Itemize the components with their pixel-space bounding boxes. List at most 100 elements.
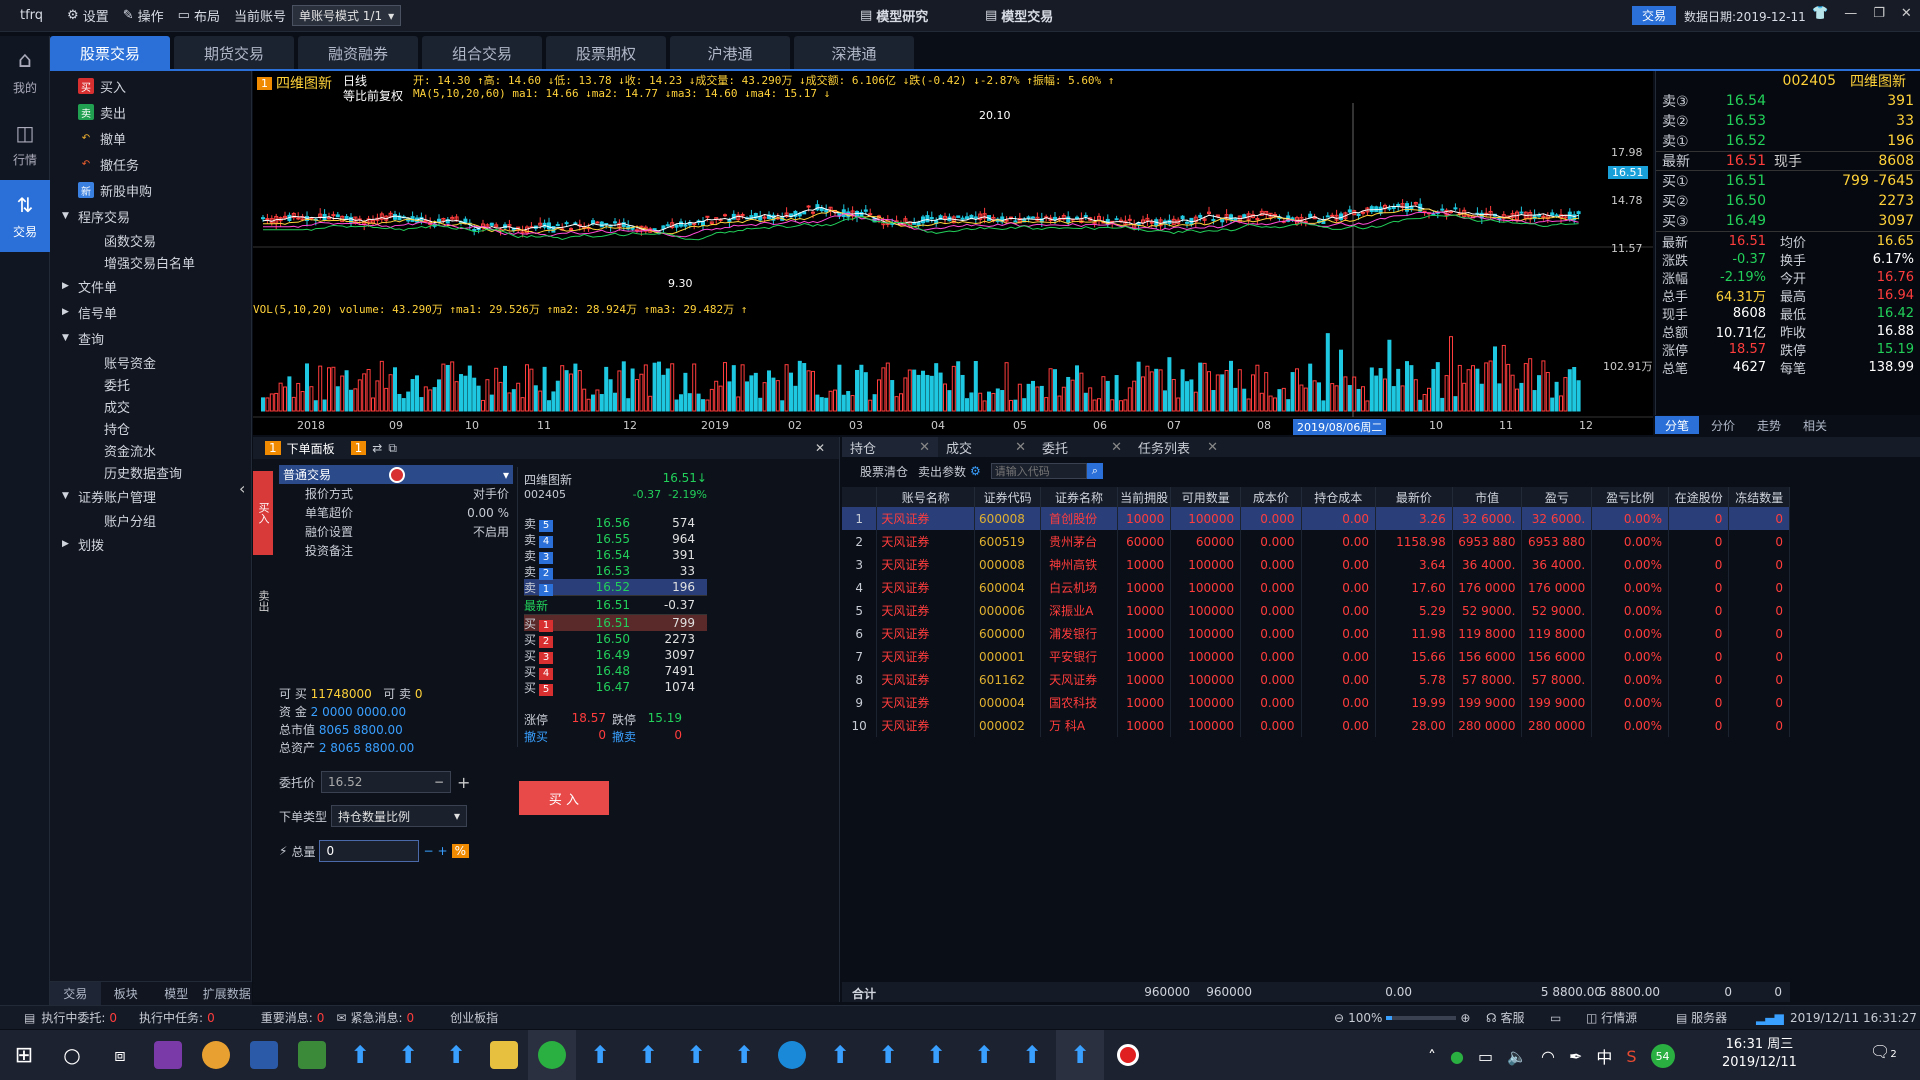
buy-side-tab[interactable]: 买入 xyxy=(253,471,273,555)
slip-row[interactable]: 单笔超价 0.00 % xyxy=(279,503,513,522)
table-row[interactable]: 7 天风证券 000001 平安银行 10000 100000 0.000 0.00 15.66… xyxy=(842,645,1790,668)
ime-indicator[interactable]: 中 xyxy=(1596,1044,1612,1068)
trading-app-icon[interactable]: ⬆ xyxy=(720,1030,768,1080)
sidebar-item-func-trade[interactable]: 函数交易 xyxy=(62,229,251,251)
trading-app-icon[interactable]: ⬆ xyxy=(1008,1030,1056,1080)
table-row[interactable]: 10 天风证券 000002 万 科A 10000 100000 0.000 0.00 28.0… xyxy=(842,714,1790,737)
sidebar-item-funds[interactable]: 账号资金 xyxy=(62,351,251,373)
sidebar-item-cancel[interactable]: ↶ 撤单 xyxy=(78,125,251,151)
tab-positions[interactable]: 持仓 ✕ xyxy=(842,437,938,457)
sidebar-item-deals[interactable]: 成交 xyxy=(62,395,251,417)
model-research-button[interactable]: ▤ 模型研究 xyxy=(860,6,928,25)
trading-app-icon[interactable]: ⬆ xyxy=(864,1030,912,1080)
zoom-in-icon[interactable]: ⊕ xyxy=(1460,1011,1470,1025)
zoom-slider[interactable] xyxy=(1386,1015,1457,1020)
powershell-icon[interactable] xyxy=(240,1030,288,1080)
onenote-icon[interactable] xyxy=(144,1030,192,1080)
sidebar-item-sell[interactable]: 卖卖出 xyxy=(78,99,251,125)
sidebar-item-orders[interactable]: 委托 xyxy=(62,373,251,395)
sidebar-group-transfer[interactable]: ▶ 划拨 xyxy=(62,531,251,557)
trade-badge[interactable]: 交易 xyxy=(1632,6,1677,25)
operate-menu[interactable]: ✎ 操作 xyxy=(123,6,164,25)
notification-icon[interactable]: 🗨2 xyxy=(1870,1042,1897,1061)
trading-app-icon[interactable]: ⬆ xyxy=(576,1030,624,1080)
kline-chart[interactable]: 1 四维图新 日线 等比前复权 开: 14.30 ↑高: 14.60 ↓低: 1… xyxy=(253,71,1653,435)
sidebar-item-whitelist[interactable]: 增强交易白名单 xyxy=(62,251,251,273)
tab-combo[interactable]: 组合交易 xyxy=(422,36,542,70)
note-row[interactable]: 投资备注 xyxy=(279,541,513,560)
column-header[interactable]: 证券名称 xyxy=(1040,487,1118,507)
search-icon[interactable]: ⌕ xyxy=(1086,463,1103,479)
book-ask-row[interactable]: 卖 1 16.52 196 xyxy=(524,579,707,596)
buy-button[interactable]: 买 入 xyxy=(519,781,609,815)
column-header[interactable]: 盈亏比例 xyxy=(1591,487,1669,507)
pen-icon[interactable]: ✒ xyxy=(1569,1047,1582,1066)
chrome-icon[interactable] xyxy=(192,1030,240,1080)
column-header[interactable]: 可用数量 xyxy=(1170,487,1242,507)
tab-bottom-trade[interactable]: 交易 xyxy=(50,982,101,1005)
column-header[interactable]: 盈亏 xyxy=(1521,487,1593,507)
trading-app-icon[interactable]: ⬆ xyxy=(336,1030,384,1080)
tab-hk-sh[interactable]: 沪港通 xyxy=(670,36,790,70)
tab-margin[interactable]: 融资融券 xyxy=(298,36,418,70)
table-row[interactable]: 6 天风证券 600000 浦发银行 10000 100000 0.000 0.00 11.98… xyxy=(842,622,1790,645)
plus-icon[interactable]: + xyxy=(457,773,470,792)
trading-app-icon[interactable]: ⬆ xyxy=(384,1030,432,1080)
tray-badge[interactable]: 54 xyxy=(1650,1044,1675,1068)
tab-stock[interactable]: 股票交易 xyxy=(50,36,170,70)
tab-tick[interactable]: 分笔 xyxy=(1655,416,1700,434)
sell-params-button[interactable]: 卖出参数 xyxy=(918,463,966,480)
close-icon[interactable]: ✕ xyxy=(1901,6,1912,21)
book-ask-row[interactable]: 卖 3 16.54 391 xyxy=(524,547,707,564)
book-bid-row[interactable]: 买 1 16.51 799 xyxy=(524,615,707,632)
sidebar-item-ipo[interactable]: 新新股申购 xyxy=(78,177,251,203)
tab-trend[interactable]: 走势 xyxy=(1747,416,1791,434)
wechat-icon[interactable] xyxy=(528,1030,576,1080)
sidebar-group-program[interactable]: ▼ 程序交易 xyxy=(62,203,251,229)
minus-icon[interactable]: − xyxy=(423,844,433,858)
index-label[interactable]: 创业板指 xyxy=(450,1009,498,1026)
column-header[interactable]: 证券代码 xyxy=(974,487,1042,507)
rail-quote[interactable]: ◫ 行情 xyxy=(0,108,50,180)
column-header[interactable]: 在途股份 xyxy=(1668,487,1730,507)
sidebar-item-acct-group[interactable]: 账户分组 xyxy=(62,509,251,531)
clock[interactable]: 16:31 周三 2019/12/11 xyxy=(1722,1036,1797,1072)
restore-icon[interactable]: ❐ xyxy=(1873,6,1885,21)
tab-hk-sz[interactable]: 深港通 xyxy=(794,36,914,70)
column-header[interactable]: 持仓成本 xyxy=(1301,487,1376,507)
column-header[interactable]: 账号名称 xyxy=(876,487,976,507)
sidebar-item-history[interactable]: 历史数据查询 xyxy=(62,461,251,483)
table-row[interactable]: 8 天风证券 601162 天风证券 10000 100000 0.000 0.00 5.78 5… xyxy=(842,668,1790,691)
monitor-icon[interactable]: ▭ xyxy=(1550,1011,1561,1025)
qty-input[interactable]: 0 xyxy=(319,840,420,862)
sidebar-item-positions[interactable]: 持仓 xyxy=(62,417,251,439)
close-icon[interactable]: ✕ xyxy=(1015,440,1026,455)
order-type-select[interactable]: 持仓数量比例 ▾ xyxy=(331,805,468,827)
sidebar-group-sec-acct[interactable]: ▼ 证券账户管理 xyxy=(62,483,251,509)
tab-options[interactable]: 股票期权 xyxy=(546,36,666,70)
search-icon[interactable]: ○ xyxy=(48,1030,96,1080)
chart-adjust[interactable]: 等比前复权 xyxy=(343,87,403,104)
windows-start-icon[interactable]: ⊞ xyxy=(0,1030,48,1080)
sell-side-tab[interactable]: 卖出 xyxy=(253,559,273,643)
tab-deals[interactable]: 成交 ✕ xyxy=(938,437,1034,457)
exec-order-label[interactable]: 执行中委托: xyxy=(41,1009,105,1026)
tab-related[interactable]: 相关 xyxy=(1793,416,1837,434)
layout-menu[interactable]: ▭ 布局 xyxy=(178,6,220,25)
swap-icon[interactable]: ⇄ xyxy=(372,441,382,455)
book-ask-row[interactable]: 卖 2 16.53 33 xyxy=(524,563,707,580)
volume-icon[interactable]: 🔈 xyxy=(1507,1047,1527,1066)
close-icon[interactable]: ✕ xyxy=(1207,440,1218,455)
sidebar-group-query[interactable]: ▼ 查询 xyxy=(62,325,251,351)
model-trade-button[interactable]: ▤ 模型交易 xyxy=(985,6,1053,25)
zoom-out-icon[interactable]: ⊖ xyxy=(1334,1011,1344,1025)
percent-button[interactable]: % xyxy=(451,844,469,858)
book-bid-row[interactable]: 买 5 16.47 1074 xyxy=(524,679,707,696)
zoom-control[interactable]: ⊖ 100% ⊕ xyxy=(1334,1011,1470,1025)
sidebar-group-file[interactable]: ▶ 文件单 xyxy=(62,273,251,299)
sidebar-item-cancel-task[interactable]: ↶ 撤任务 xyxy=(78,151,251,177)
minimize-icon[interactable]: — xyxy=(1844,6,1857,21)
price-mode-row[interactable]: 报价方式 对手价 xyxy=(279,484,513,503)
chevron-left-icon[interactable]: ‹ xyxy=(239,479,245,498)
app-icon[interactable] xyxy=(288,1030,336,1080)
